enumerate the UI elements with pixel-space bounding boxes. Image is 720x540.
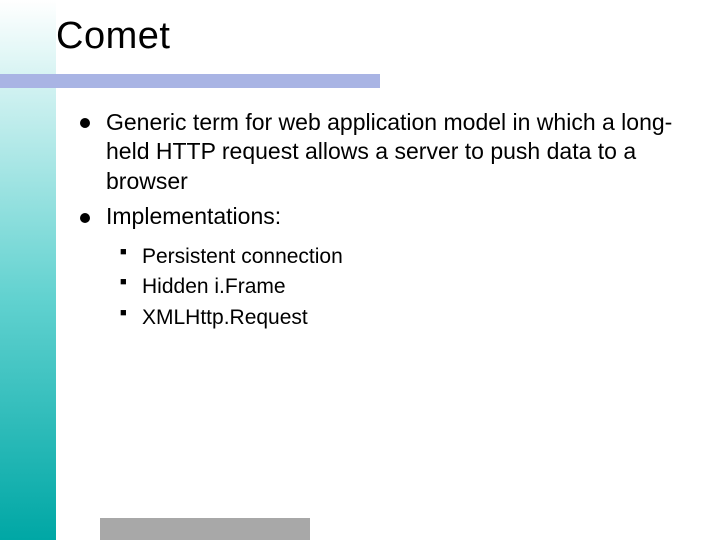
sub-bullet-item: Persistent connection xyxy=(120,242,690,272)
accent-bar xyxy=(0,74,380,88)
bullet-list: Generic term for web application model i… xyxy=(80,108,690,333)
bullet-text: Generic term for web application model i… xyxy=(106,109,672,194)
slide-content: Generic term for web application model i… xyxy=(80,108,690,339)
sub-bullet-list: Persistent connection Hidden i.Frame XML… xyxy=(120,242,690,333)
bottom-bar-decoration xyxy=(100,518,310,540)
sub-bullet-text: Persistent connection xyxy=(142,245,343,268)
sub-bullet-text: Hidden i.Frame xyxy=(142,275,286,298)
title-area: Comet xyxy=(56,6,170,66)
bullet-text: Implementations: xyxy=(106,203,281,229)
bullet-item: Implementations: Persistent connection H… xyxy=(80,202,690,333)
sub-bullet-item: XMLHttp.Request xyxy=(120,303,690,333)
sub-bullet-text: XMLHttp.Request xyxy=(142,306,308,329)
bullet-item: Generic term for web application model i… xyxy=(80,108,690,196)
slide-title: Comet xyxy=(56,15,170,58)
sub-bullet-item: Hidden i.Frame xyxy=(120,272,690,302)
